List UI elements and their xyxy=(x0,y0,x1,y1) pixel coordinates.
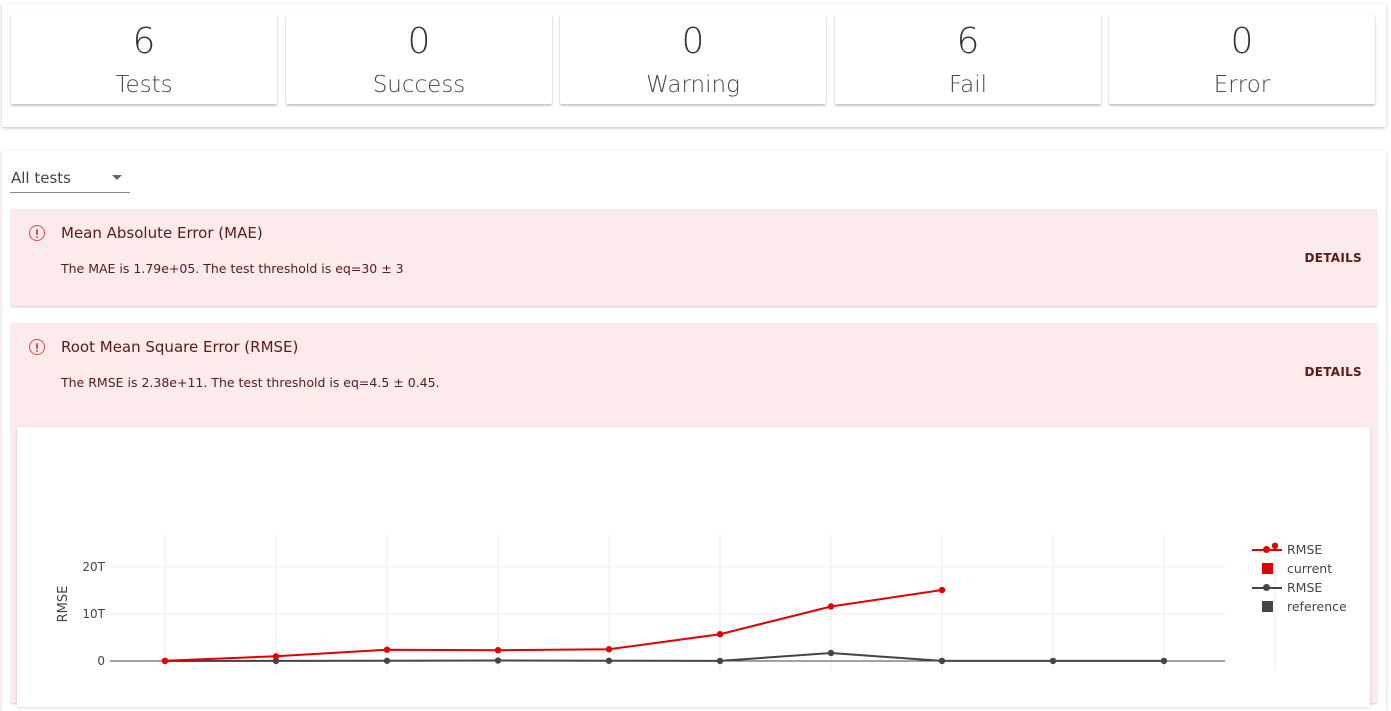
data-point xyxy=(1049,657,1057,665)
data-point xyxy=(716,631,724,638)
legend-label: current xyxy=(1287,561,1333,576)
legend-dot-swatch xyxy=(1263,584,1270,591)
legend-item-rmse-current[interactable]: RMSE xyxy=(1235,541,1375,559)
data-point xyxy=(605,646,613,653)
y-tick-label: 0 xyxy=(97,654,105,668)
data-point xyxy=(494,657,502,664)
series-line xyxy=(164,589,943,662)
legend-dot-swatch xyxy=(1263,546,1270,553)
data-point xyxy=(938,657,946,665)
y-tick-label: 10T xyxy=(82,607,105,621)
legend-square-swatch xyxy=(1262,601,1273,612)
data-point xyxy=(938,586,946,594)
data-point xyxy=(272,653,280,660)
chart-svg: RMSE 0 10T 20T xyxy=(56,534,1279,671)
legend-label: RMSE xyxy=(1287,542,1323,557)
legend-square-swatch xyxy=(1262,563,1273,574)
data-point xyxy=(383,657,391,664)
data-point xyxy=(161,657,169,664)
legend-label: RMSE xyxy=(1287,580,1323,595)
legend-label: reference xyxy=(1287,599,1347,614)
data-point xyxy=(716,657,724,665)
data-point xyxy=(605,657,613,664)
legend-item-rmse-reference[interactable]: RMSE xyxy=(1235,579,1375,597)
y-axis-label: RMSE xyxy=(56,586,71,623)
data-point xyxy=(383,646,391,653)
data-point xyxy=(827,649,835,657)
y-tick-label: 20T xyxy=(82,560,105,574)
data-point xyxy=(827,603,835,610)
data-point xyxy=(494,646,502,654)
data-point xyxy=(1160,657,1168,665)
grid-layer xyxy=(110,534,1276,671)
legend-item-reference[interactable]: reference xyxy=(1235,598,1375,616)
legend-item-current[interactable]: current xyxy=(1235,560,1375,578)
